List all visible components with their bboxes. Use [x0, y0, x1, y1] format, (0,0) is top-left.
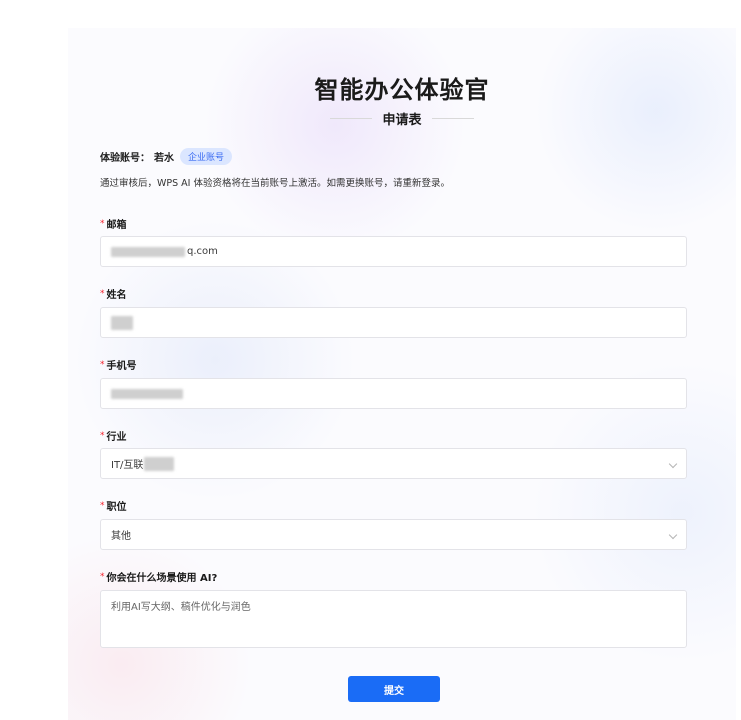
required-mark: * [100, 360, 105, 370]
submit-button[interactable]: 提交 [348, 676, 440, 702]
chevron-down-icon [668, 530, 678, 540]
phone-label-text: 手机号 [106, 361, 137, 372]
email-label: * 邮箱 [100, 216, 127, 231]
required-mark: * [100, 501, 105, 511]
required-mark: * [100, 219, 105, 229]
position-select[interactable]: 其他 [100, 519, 687, 550]
phone-label: * 手机号 [100, 357, 137, 372]
page-subtitle: 申请表 [382, 112, 422, 128]
redacted-text [111, 388, 183, 399]
chevron-down-icon [668, 459, 678, 469]
email-value: q.com [187, 246, 218, 257]
industry-value: IT/互联 [111, 460, 144, 471]
industry-label: * 行业 [100, 428, 127, 443]
position-value: 其他 [111, 531, 131, 542]
email-label-text: 邮箱 [106, 220, 127, 231]
required-mark: * [100, 431, 105, 441]
account-type-badge: 企业账号 [180, 147, 233, 165]
name-label-text: 姓名 [106, 290, 127, 301]
name-label: * 姓名 [100, 286, 127, 301]
divider-left [330, 117, 373, 119]
divider-right [431, 117, 474, 119]
redacted-text [111, 246, 185, 257]
redacted-text [111, 315, 133, 330]
industry-label-text: 行业 [106, 432, 127, 443]
usage-placeholder: 利用AI写大纲、稿件优化与润色 [111, 602, 251, 613]
email-field[interactable]: q.com [100, 236, 687, 267]
usage-label-text: 你会在什么场景使用 AI? [106, 573, 218, 584]
application-form: 智能办公体验官 申请表 体验账号： 若水 企业账号 通过审核后，WPS AI 体… [68, 28, 736, 720]
required-mark: * [100, 289, 105, 299]
industry-select[interactable]: IT/互联 [100, 448, 687, 479]
account-name: 若水 [154, 152, 174, 164]
account-label: 体验账号： [100, 152, 150, 164]
subtitle-row: 申请表 [68, 108, 736, 128]
phone-field[interactable] [100, 378, 687, 409]
usage-textarea[interactable]: 利用AI写大纲、稿件优化与润色 [100, 590, 687, 648]
redacted-text [144, 456, 175, 471]
position-label: * 职位 [100, 498, 127, 513]
required-mark: * [100, 572, 105, 582]
page-title: 智能办公体验官 [314, 76, 490, 104]
usage-label: * 你会在什么场景使用 AI? [100, 569, 217, 584]
account-info: 体验账号： 若水 企业账号 [100, 146, 233, 166]
account-notice: 通过审核后，WPS AI 体验资格将在当前账号上激活。如需更换账号，请重新登录。 [100, 178, 450, 189]
name-field[interactable] [100, 307, 687, 338]
position-label-text: 职位 [106, 502, 127, 513]
